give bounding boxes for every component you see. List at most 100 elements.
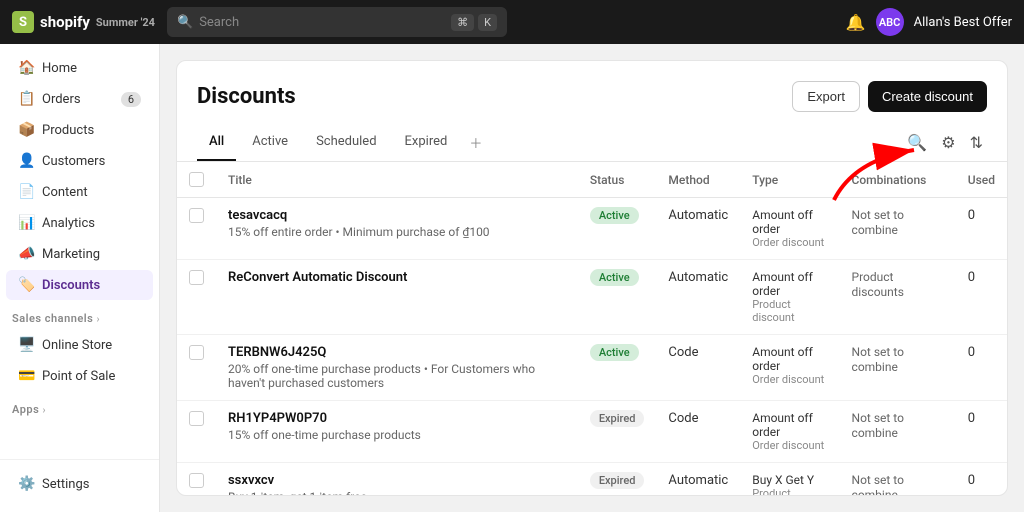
row-combinations: Not set to combine (840, 401, 956, 463)
avatar[interactable]: ABC (876, 8, 904, 36)
page-header: Discounts Export Create discount (177, 61, 1007, 124)
sales-channels-label: Sales channels › (0, 304, 159, 329)
home-icon: 🏠 (18, 60, 34, 76)
sidebar-item-marketing[interactable]: 📣 Marketing (6, 239, 153, 269)
sidebar-item-content[interactable]: 📄 Content (6, 177, 153, 207)
row-method: Automatic (656, 198, 740, 260)
search-placeholder: Search (199, 15, 239, 30)
row-method: Automatic (656, 260, 740, 335)
sidebar-item-analytics[interactable]: 📊 Analytics (6, 208, 153, 238)
discounts-icon: 🏷️ (18, 277, 34, 293)
marketing-icon: 📣 (18, 246, 34, 262)
logo-text: shopify (40, 13, 90, 31)
sidebar-label-marketing: Marketing (42, 247, 100, 262)
page-title: Discounts (197, 84, 296, 109)
sidebar-item-products[interactable]: 📦 Products (6, 115, 153, 145)
tab-add-button[interactable]: ＋ (463, 125, 488, 160)
analytics-icon: 📊 (18, 215, 34, 231)
row-status: Active (578, 198, 657, 260)
row-used: 0 (956, 401, 1007, 463)
sidebar-item-online-store[interactable]: 🖥️ Online Store (6, 330, 153, 360)
sidebar-item-settings[interactable]: ⚙️ Settings (6, 469, 153, 499)
main-content: Discounts Export Create discount All Act… (160, 44, 1024, 512)
sort-icon[interactable]: ⇅ (966, 129, 987, 156)
row-combinations: Not set to combine (840, 335, 956, 401)
row-type: Amount off order Order discount (740, 198, 839, 260)
row-checkbox[interactable] (177, 401, 216, 463)
export-button[interactable]: Export (792, 81, 860, 112)
table-row[interactable]: RH1YP4PW0P70 15% off one-time purchase p… (177, 401, 1007, 463)
table-row[interactable]: ssxvxcv Buy 1 item, get 1 item free Expi… (177, 463, 1007, 497)
logo[interactable]: S shopify Summer '24 (12, 11, 155, 33)
row-checkbox[interactable] (177, 198, 216, 260)
sidebar-label-analytics: Analytics (42, 216, 95, 231)
col-combinations: Combinations (840, 162, 956, 198)
tab-all[interactable]: All (197, 124, 236, 161)
customers-icon: 👤 (18, 153, 34, 169)
create-discount-button[interactable]: Create discount (868, 81, 987, 112)
tab-active[interactable]: Active (240, 124, 300, 161)
pos-icon: 💳 (18, 368, 34, 384)
search-bar[interactable]: 🔍 Search ⌘ K (167, 7, 507, 37)
sidebar-label-online-store: Online Store (42, 338, 112, 353)
tab-scheduled[interactable]: Scheduled (304, 124, 388, 161)
row-combinations: Not set to combine (840, 463, 956, 497)
row-checkbox[interactable] (177, 463, 216, 497)
bell-icon[interactable]: 🔔 (846, 13, 866, 32)
header-actions: Export Create discount (792, 81, 987, 112)
row-status: Expired (578, 463, 657, 497)
sidebar-nav: 🏠 Home 📋 Orders 6 📦 Products 👤 Customers… (0, 44, 159, 459)
tabs-right-icons: 🔍 ⚙ ⇅ (903, 129, 987, 156)
tab-expired[interactable]: Expired (393, 124, 460, 161)
search-icon: 🔍 (177, 15, 193, 30)
apps-label: Apps › (0, 395, 159, 420)
sidebar-label-discounts: Discounts (42, 278, 100, 293)
row-status: Active (578, 260, 657, 335)
row-title: RH1YP4PW0P70 15% off one-time purchase p… (216, 401, 578, 463)
row-title: tesavcacq 15% off entire order • Minimum… (216, 198, 578, 260)
sidebar-item-discounts[interactable]: 🏷️ Discounts (6, 270, 153, 300)
sidebar-label-products: Products (42, 123, 94, 138)
row-used: 0 (956, 335, 1007, 401)
tabs-row: All Active Scheduled Expired ＋ 🔍 ⚙ ⇅ (177, 124, 1007, 162)
row-checkbox[interactable] (177, 335, 216, 401)
kbd-cmd: ⌘ (451, 14, 474, 31)
row-method: Automatic (656, 463, 740, 497)
table-row[interactable]: TERBNW6J425Q 20% off one-time purchase p… (177, 335, 1007, 401)
sidebar-item-pos[interactable]: 💳 Point of Sale (6, 361, 153, 391)
sidebar-item-home[interactable]: 🏠 Home (6, 53, 153, 83)
sidebar-item-orders[interactable]: 📋 Orders 6 (6, 84, 153, 114)
col-status: Status (578, 162, 657, 198)
row-combinations: Product discounts (840, 260, 956, 335)
row-combinations: Not set to combine (840, 198, 956, 260)
row-title: ReConvert Automatic Discount (216, 260, 578, 335)
topbar: S shopify Summer '24 🔍 Search ⌘ K 🔔 ABC … (0, 0, 1024, 44)
sidebar-item-customers[interactable]: 👤 Customers (6, 146, 153, 176)
row-used: 0 (956, 463, 1007, 497)
orders-icon: 📋 (18, 91, 34, 107)
col-used: Used (956, 162, 1007, 198)
sidebar-label-pos: Point of Sale (42, 369, 115, 384)
row-method: Code (656, 335, 740, 401)
row-status: Active (578, 335, 657, 401)
sidebar-label-orders: Orders (42, 92, 81, 107)
table-row[interactable]: tesavcacq 15% off entire order • Minimum… (177, 198, 1007, 260)
filter-icon[interactable]: ⚙ (937, 129, 959, 156)
col-type: Type (740, 162, 839, 198)
select-all-header[interactable] (177, 162, 216, 198)
row-checkbox[interactable] (177, 260, 216, 335)
row-type: Amount off order Product discount (740, 260, 839, 335)
search-table-icon[interactable]: 🔍 (903, 129, 931, 156)
col-method: Method (656, 162, 740, 198)
sidebar-footer: ⚙️ Settings (0, 459, 159, 512)
topbar-right: 🔔 ABC Allan's Best Offer (846, 8, 1012, 36)
summer-badge: Summer '24 (96, 16, 155, 29)
sidebar-label-home: Home (42, 61, 77, 76)
products-icon: 📦 (18, 122, 34, 138)
row-status: Expired (578, 401, 657, 463)
orders-badge: 6 (121, 92, 141, 107)
kbd-k: K (478, 14, 497, 31)
row-type: Buy X Get Y Product discount (740, 463, 839, 497)
row-type: Amount off order Order discount (740, 401, 839, 463)
table-row[interactable]: ReConvert Automatic Discount Active Auto… (177, 260, 1007, 335)
